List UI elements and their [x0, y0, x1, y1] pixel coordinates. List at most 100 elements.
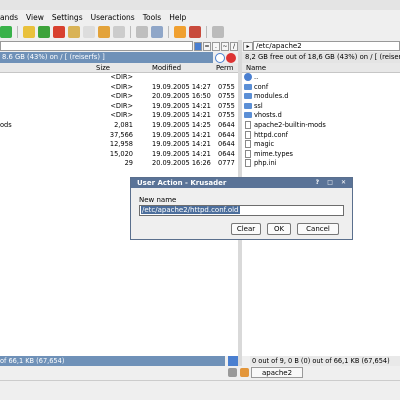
table-row[interactable]: <DIR> 19.09.2005 14:21 0755	[0, 102, 238, 112]
table-row[interactable]: 12,958 19.09.2005 14:21 0644	[0, 140, 238, 150]
column-size[interactable]: Size	[96, 63, 110, 73]
bookmark-icon[interactable]	[194, 41, 202, 51]
ok-icon[interactable]	[38, 26, 50, 38]
copy-icon[interactable]	[23, 26, 35, 38]
table-row[interactable]: 15,020 19.09.2005 14:21 0644	[0, 150, 238, 160]
table-row[interactable]: <DIR> 20.09.2005 16:50 0755	[0, 92, 238, 102]
table-row[interactable]: ods 2,081 19.09.2005 14:25 0644	[0, 121, 238, 131]
sync-icon[interactable]	[151, 26, 163, 38]
menu-useractions[interactable]: Useractions	[87, 13, 139, 22]
right-path-field[interactable]: /etc/apache2	[253, 41, 400, 51]
file-perm: 0755	[218, 111, 235, 120]
table-row[interactable]: <DIR> 19.09.2005 14:27 0755	[0, 83, 238, 93]
list-item-content: modules.d	[244, 92, 288, 102]
menu-settings[interactable]: Settings	[48, 13, 87, 22]
dialog-window-controls[interactable]: ? □ ✕	[316, 178, 349, 188]
list-item[interactable]: conf	[242, 83, 400, 93]
up-button[interactable]: .	[212, 41, 220, 51]
list-item[interactable]: magic	[242, 140, 400, 150]
new-icon[interactable]	[0, 26, 12, 38]
folder-icon	[244, 93, 252, 100]
list-item-content: vhosts.d	[244, 111, 282, 121]
move-icon[interactable]	[68, 26, 80, 38]
toolbar-separator	[206, 26, 207, 38]
file-size: 12,958	[109, 140, 133, 149]
file-icon	[245, 130, 251, 139]
dialog-title-bar: User Action - Krusader ? □ ✕	[131, 178, 352, 188]
window-titlebar	[0, 0, 400, 10]
terminal-small-icon[interactable]: ▸	[243, 41, 253, 51]
ok-button[interactable]: OK	[267, 223, 291, 235]
file-perm: 0644	[218, 120, 235, 129]
search-icon[interactable]	[136, 26, 148, 38]
right-column-header: Name	[242, 63, 400, 73]
file-modified: 19.09.2005 14:21	[152, 101, 211, 110]
toolbar-separator	[130, 26, 131, 38]
folder-icon	[244, 112, 252, 119]
list-item-content: mime.types	[244, 149, 293, 160]
new-name-label: New name	[139, 196, 177, 204]
column-modified[interactable]: Modified	[152, 63, 181, 73]
list-item-content: ..	[244, 73, 258, 83]
file-icon	[245, 140, 251, 149]
panel-up-icon[interactable]	[228, 356, 238, 366]
right-status: 8,2 GB free out of 18,6 GB (43%) on / [ …	[242, 52, 400, 63]
list-item[interactable]: vhosts.d	[242, 111, 400, 121]
left-path-field[interactable]	[0, 41, 193, 51]
close-tab-icon[interactable]	[240, 367, 249, 377]
table-row[interactable]: 37,566 19.09.2005 14:21 0644	[0, 131, 238, 141]
file-modified: 20.09.2005 16:26	[152, 159, 211, 168]
file-perm: 0755	[218, 82, 235, 91]
list-item[interactable]: ssl	[242, 102, 400, 112]
error-icon[interactable]	[226, 53, 236, 63]
new-name-input[interactable]: /etc/apache2/httpd.conf.old	[139, 205, 344, 216]
menu-view[interactable]: View	[22, 13, 48, 22]
file-name: apache2-builtin-mods	[254, 120, 326, 129]
column-name[interactable]: Name	[246, 63, 266, 73]
view-icon[interactable]	[83, 26, 95, 38]
new-tab-icon[interactable]	[228, 367, 237, 377]
list-item[interactable]: mime.types	[242, 149, 400, 160]
table-row[interactable]: <DIR> 19.09.2005 14:21 0755	[0, 111, 238, 121]
clear-button[interactable]: Clear	[231, 223, 261, 235]
home-button[interactable]: ~	[221, 41, 229, 51]
list-item[interactable]: modules.d	[242, 92, 400, 102]
delete-icon[interactable]	[53, 26, 65, 38]
column-perm[interactable]: Perm	[216, 63, 233, 73]
file-size: 37,566	[109, 130, 133, 139]
main-toolbar	[0, 24, 400, 40]
root-button[interactable]: /	[230, 41, 238, 51]
list-item[interactable]: httpd.conf	[242, 130, 400, 141]
user-icon[interactable]	[189, 26, 201, 38]
menu-help[interactable]: Help	[165, 13, 190, 22]
folder-icon	[244, 83, 252, 90]
file-perm: 0755	[218, 92, 235, 101]
file-modified: 20.09.2005 16:50	[152, 92, 211, 101]
menu-commands[interactable]: ands	[0, 13, 22, 22]
mkdir-icon[interactable]	[113, 26, 125, 38]
terminal-icon[interactable]	[174, 26, 186, 38]
edit-icon[interactable]	[98, 26, 110, 38]
file-modified: 19.09.2005 14:21	[152, 130, 211, 139]
right-tab-bar: apache2	[228, 366, 400, 378]
table-row[interactable]: <DIR>	[0, 73, 238, 83]
settings-icon[interactable]	[212, 26, 224, 38]
list-item[interactable]: apache2-builtin-mods	[242, 120, 400, 131]
equals-button[interactable]: =	[203, 41, 211, 51]
list-item-content: conf	[244, 83, 268, 93]
file-modified: 19.09.2005 14:27	[152, 82, 211, 91]
cancel-button[interactable]: Cancel	[297, 223, 339, 235]
list-item[interactable]: php.ini	[242, 159, 400, 169]
file-name: ods	[0, 120, 12, 129]
tab-apache2[interactable]: apache2	[251, 366, 304, 378]
menu-tools[interactable]: Tools	[139, 13, 165, 22]
list-item-content: ssl	[244, 102, 263, 112]
file-perm: 0644	[218, 130, 235, 139]
file-size: 15,020	[109, 149, 133, 158]
media-icon[interactable]	[215, 53, 225, 63]
table-row[interactable]: 29 20.09.2005 16:26 0777	[0, 159, 238, 169]
file-name: conf	[254, 82, 269, 91]
list-item[interactable]: ..	[242, 73, 400, 83]
file-size: <DIR>	[110, 101, 133, 110]
folder-icon	[244, 102, 252, 109]
